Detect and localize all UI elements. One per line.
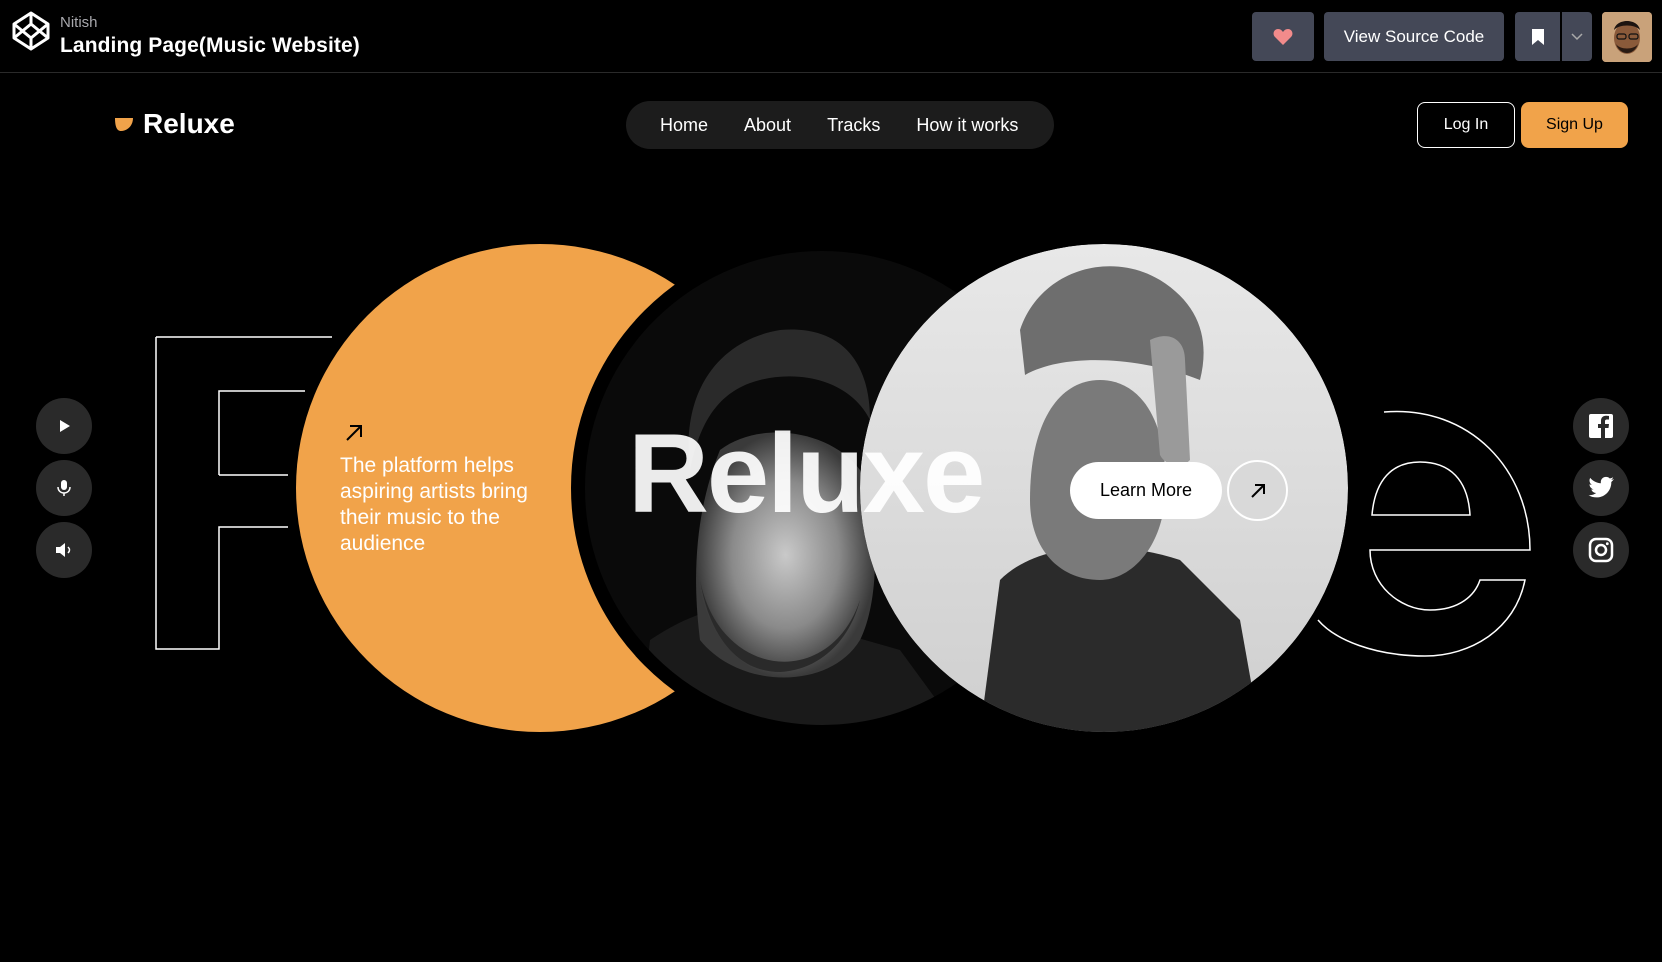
arrow-up-right-icon bbox=[1250, 483, 1265, 498]
instagram-icon bbox=[1588, 537, 1614, 563]
play-icon bbox=[60, 420, 70, 432]
microphone-button[interactable] bbox=[36, 460, 92, 516]
hero-tagline: The platform helps aspiring artists brin… bbox=[340, 454, 528, 555]
speaker-icon bbox=[56, 543, 71, 557]
twitter-link[interactable] bbox=[1573, 460, 1629, 516]
instagram-link[interactable] bbox=[1573, 522, 1629, 578]
facebook-icon bbox=[1589, 414, 1613, 438]
learn-more-arrow-button[interactable] bbox=[1227, 460, 1288, 521]
microphone-icon bbox=[57, 480, 71, 496]
outline-letter-e bbox=[1317, 410, 1531, 657]
hero-big-word: Reluxe bbox=[628, 411, 985, 536]
learn-more-button[interactable]: Learn More bbox=[1070, 462, 1222, 519]
twitter-icon bbox=[1588, 476, 1614, 498]
play-button[interactable] bbox=[36, 398, 92, 454]
facebook-link[interactable] bbox=[1573, 398, 1629, 454]
speaker-button[interactable] bbox=[36, 522, 92, 578]
arrow-up-right-icon[interactable] bbox=[343, 422, 365, 444]
